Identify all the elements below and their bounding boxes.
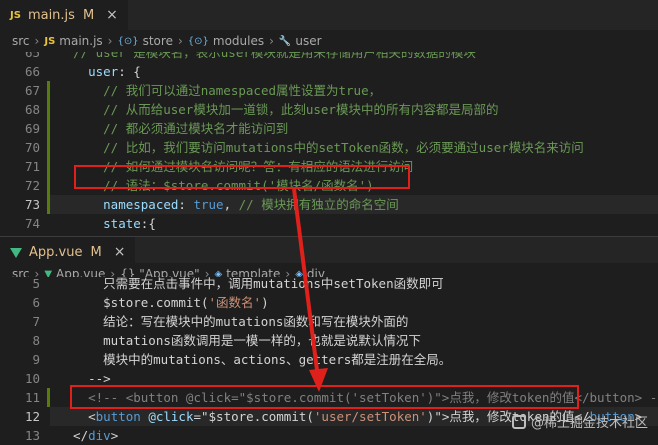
- watermark-text: @稀土掘金技术社区: [530, 416, 648, 431]
- watermark: @稀土掘金技术社区: [511, 412, 648, 431]
- annotation-arrow: [292, 188, 328, 392]
- juejin-logo-icon: [511, 414, 526, 429]
